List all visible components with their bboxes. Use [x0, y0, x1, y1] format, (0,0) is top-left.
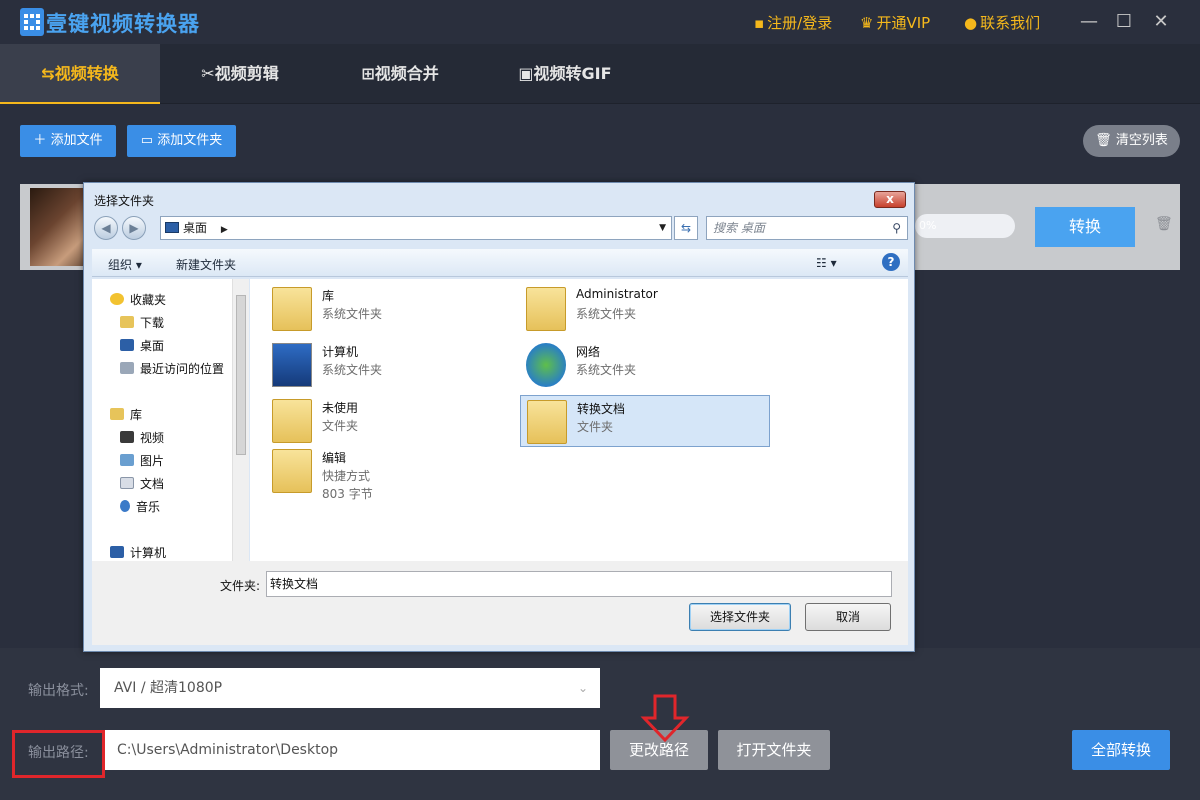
- shortcut-icon: [272, 449, 312, 493]
- app-logo-icon: [20, 8, 44, 36]
- desktop-icon: [120, 339, 134, 351]
- user-folder-icon: [526, 287, 566, 331]
- navigation-scrollbar[interactable]: [232, 279, 249, 561]
- gif-icon: ▣: [518, 64, 534, 83]
- folder-item-administrator[interactable]: Administrator 系统文件夹: [520, 283, 770, 335]
- tab-video-gif[interactable]: ▣视频转GIF: [490, 44, 640, 104]
- plus-icon: ＋: [33, 133, 51, 148]
- maximize-icon[interactable]: ☐: [1112, 10, 1136, 34]
- down-arrow-icon: [640, 694, 690, 742]
- minimize-icon[interactable]: —: [1077, 10, 1101, 34]
- tab-video-merge[interactable]: ⊞视频合并: [330, 44, 470, 104]
- output-format-label: 输出格式:: [28, 683, 89, 699]
- folder-icon: ▭: [140, 133, 158, 148]
- folder-item-computer[interactable]: 计算机 系统文件夹: [266, 339, 516, 391]
- trash-icon: 🗑: [1095, 133, 1116, 148]
- convert-button[interactable]: 转换: [1035, 207, 1135, 247]
- title-bar: 壹键视频转换器 ▪ 注册/登录 ♛ 开通VIP ● 联系我们 — ☐ ✕: [0, 0, 1200, 44]
- view-options-icon[interactable]: ☷ ▾: [816, 256, 837, 270]
- music-icon: [120, 500, 130, 512]
- download-folder-icon: [120, 316, 134, 328]
- folder-label: 文件夹:: [220, 579, 261, 593]
- picture-icon: [120, 454, 134, 466]
- tree-item-desktop[interactable]: 桌面: [120, 337, 164, 354]
- dialog-close-button[interactable]: x: [874, 191, 906, 208]
- folder-item-edit-shortcut[interactable]: 编辑 快捷方式 803 字节: [266, 445, 516, 505]
- library-folder-icon: [272, 287, 312, 331]
- refresh-icon[interactable]: ⇆: [674, 216, 698, 240]
- close-icon[interactable]: ✕: [1149, 10, 1173, 34]
- main-tabs: ⇆视频转换 ✂视频剪辑 ⊞视频合并 ▣视频转GIF: [0, 44, 1200, 104]
- folder-item-unused[interactable]: 未使用 文件夹: [266, 395, 516, 447]
- output-format-select[interactable]: AVI / 超清1080P ⌄: [100, 668, 600, 708]
- computer-icon: [110, 546, 124, 558]
- add-folder-button[interactable]: ▭ 添加文件夹: [127, 125, 236, 157]
- computer-icon: [272, 343, 312, 387]
- select-folder-button[interactable]: 选择文件夹: [689, 603, 791, 631]
- cancel-button[interactable]: 取消: [805, 603, 891, 631]
- chevron-right-icon: ▶: [220, 225, 228, 235]
- dialog-footer: 文件夹: 转换文档 选择文件夹 取消: [92, 561, 908, 645]
- star-icon: [110, 293, 124, 305]
- folder-item-library[interactable]: 库 系统文件夹: [266, 283, 516, 335]
- user-icon: ▪: [754, 14, 765, 32]
- tree-item-recent[interactable]: 最近访问的位置: [120, 360, 224, 377]
- progress-bar: 0%: [915, 214, 1015, 238]
- folder-content-pane: 库 系统文件夹 Administrator 系统文件夹 计算机 系统文件夹 网络…: [250, 279, 908, 561]
- tree-item-videos[interactable]: 视频: [120, 429, 164, 446]
- open-folder-button[interactable]: 打开文件夹: [718, 730, 830, 770]
- search-icon: ⚲: [892, 221, 901, 235]
- folder-name-input[interactable]: 转换文档: [266, 571, 892, 597]
- new-folder-button[interactable]: 新建文件夹: [176, 256, 236, 273]
- command-bar: 组织 ▾ 新建文件夹 ☷ ▾ ?: [92, 249, 908, 277]
- folder-item-network[interactable]: 网络 系统文件夹: [520, 339, 770, 391]
- delete-icon[interactable]: 🗑: [1155, 216, 1173, 232]
- video-icon: [120, 431, 134, 443]
- highlight-box: [12, 730, 105, 778]
- cut-icon: ✂: [201, 64, 215, 83]
- tree-item-favorites[interactable]: 收藏夹: [110, 291, 166, 308]
- desktop-icon: [165, 222, 179, 233]
- contact-link[interactable]: ● 联系我们: [964, 12, 1040, 33]
- select-folder-dialog: 选择文件夹 x ◀ ▶ 桌面 ▶ ▼ ⇆ 搜索 桌面 ⚲ 组织 ▾ 新建文件夹 …: [83, 182, 915, 652]
- vip-link[interactable]: ♛ 开通VIP: [860, 12, 930, 33]
- bottom-panel: 输出格式: AVI / 超清1080P ⌄ 输出路径: C:\Users\Adm…: [0, 648, 1200, 800]
- network-icon: [526, 343, 566, 387]
- organize-menu[interactable]: 组织 ▾: [108, 256, 142, 273]
- forward-icon[interactable]: ▶: [122, 216, 146, 240]
- app-title: 壹键视频转换器: [46, 12, 200, 36]
- back-icon[interactable]: ◀: [94, 216, 118, 240]
- folder-icon: [527, 400, 567, 444]
- document-icon: [120, 477, 134, 489]
- dialog-title: 选择文件夹: [94, 194, 155, 208]
- crown-icon: ♛: [860, 14, 874, 32]
- folder-icon: [272, 399, 312, 443]
- headset-icon: ●: [964, 14, 978, 32]
- tree-item-pictures[interactable]: 图片: [120, 452, 164, 469]
- recent-places-icon: [120, 362, 134, 374]
- scrollbar-thumb[interactable]: [236, 295, 246, 455]
- tab-video-edit[interactable]: ✂视频剪辑: [170, 44, 310, 104]
- tree-item-music[interactable]: 音乐: [120, 498, 160, 515]
- chevron-down-icon: ⌄: [577, 681, 588, 695]
- tree-item-documents[interactable]: 文档: [120, 475, 164, 492]
- help-icon[interactable]: ?: [882, 253, 900, 271]
- tree-item-downloads[interactable]: 下载: [120, 314, 164, 331]
- clear-list-button[interactable]: 🗑 清空列表: [1083, 125, 1180, 157]
- tab-video-convert[interactable]: ⇆视频转换: [0, 44, 160, 104]
- tree-item-computer[interactable]: 计算机: [110, 544, 166, 561]
- register-login-link[interactable]: ▪ 注册/登录: [754, 12, 832, 33]
- navigation-pane: 收藏夹 下载 桌面 最近访问的位置 库 视频 图片 文档 音乐 计算机: [92, 279, 242, 561]
- library-icon: [110, 408, 124, 420]
- convert-all-button[interactable]: 全部转换: [1072, 730, 1170, 770]
- folder-item-convert-docs[interactable]: 转换文档 文件夹: [520, 395, 770, 447]
- merge-icon: ⊞: [361, 64, 375, 83]
- address-bar[interactable]: 桌面 ▶ ▼: [160, 216, 672, 240]
- tree-item-libraries[interactable]: 库: [110, 406, 142, 423]
- search-input[interactable]: 搜索 桌面 ⚲: [706, 216, 908, 240]
- output-path-input[interactable]: C:\Users\Administrator\Desktop: [103, 730, 600, 770]
- convert-icon: ⇆: [41, 64, 55, 83]
- add-file-button[interactable]: ＋ 添加文件: [20, 125, 116, 157]
- chevron-down-icon[interactable]: ▼: [659, 217, 666, 239]
